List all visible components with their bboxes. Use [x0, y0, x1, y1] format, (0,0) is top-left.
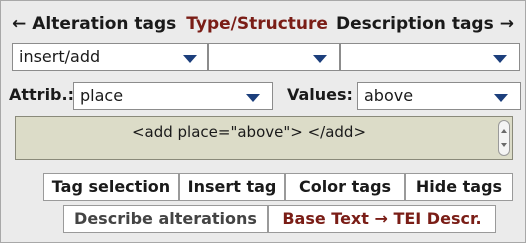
describe-alterations-button[interactable]: Describe alterations — [63, 205, 268, 233]
insert-tag-button[interactable]: Insert tag — [179, 173, 285, 201]
chevron-down-icon — [313, 55, 327, 63]
color-tags-button[interactable]: Color tags — [285, 173, 405, 201]
attrib-label: Attrib.: — [9, 85, 74, 104]
preview-scrollbar[interactable] — [498, 120, 510, 156]
values-select[interactable]: above — [357, 82, 521, 110]
alteration-type-value: insert/add — [19, 47, 101, 66]
scroll-down-icon[interactable] — [501, 143, 507, 147]
tag-preview-code: <add place="above"> </add> — [131, 123, 367, 141]
chevron-down-icon — [494, 94, 508, 102]
attrib-value: place — [80, 86, 124, 105]
values-value: above — [364, 86, 414, 105]
alteration-tags-tab[interactable]: Alteration tags — [32, 14, 176, 34]
chevron-down-icon — [493, 55, 507, 63]
attrib-select[interactable]: place — [73, 82, 273, 110]
description-select[interactable] — [340, 43, 520, 71]
alteration-panel: ← Alteration tags Type/Structure Descriptio… — [0, 0, 526, 243]
hide-tags-button[interactable]: Hide tags — [405, 173, 513, 201]
tag-selection-button[interactable]: Tag selection — [43, 173, 179, 201]
tag-preview-area[interactable]: <add place="above"> </add> — [15, 116, 513, 160]
alteration-type-select[interactable]: insert/add — [12, 43, 208, 71]
left-arrow-icon[interactable]: ← — [12, 14, 26, 34]
type-structure-tab[interactable]: Type/Structure — [186, 14, 328, 34]
chevron-down-icon — [183, 55, 197, 63]
values-label: Values: — [287, 85, 353, 104]
structure-select[interactable] — [208, 43, 340, 71]
base-text-tei-button[interactable]: Base Text → TEI Descr. — [268, 205, 496, 233]
right-arrow-icon[interactable]: → — [500, 14, 514, 34]
tag-category-header: ← Alteration tags Type/Structure Descriptio… — [12, 11, 522, 37]
description-tags-tab[interactable]: Description tags — [336, 14, 494, 34]
chevron-down-icon — [246, 94, 260, 102]
scroll-up-icon[interactable] — [501, 129, 507, 133]
